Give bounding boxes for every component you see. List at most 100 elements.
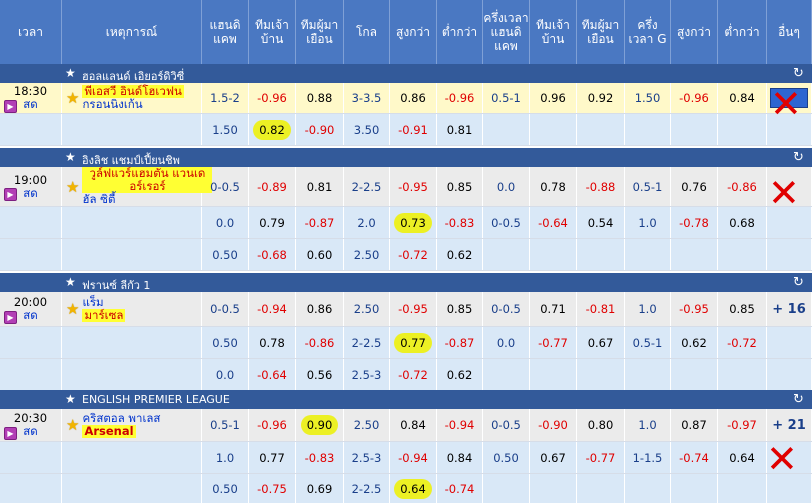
odds-cell-home[interactable]: -0.68 [249,239,296,270]
event-cell[interactable] [62,327,202,358]
odds-cell-home[interactable]: -0.96 [249,83,296,113]
home-team[interactable]: วูล์ฟแวร์แฮมตัน แวนเดอร์เรอร์ [82,167,213,193]
event-cell[interactable] [62,114,202,145]
away-team[interactable]: Arsenal [82,425,136,438]
event-cell[interactable] [62,207,202,238]
refresh-icon[interactable]: ↻ [793,275,804,290]
odds-cell-home[interactable]: -0.64 [249,359,296,390]
odds-cell-hcp[interactable]: 0.0 [202,207,249,238]
odds-cell-under[interactable]: -0.83 [437,207,483,238]
odds-cell-htaway[interactable]: 0.54 [577,207,625,238]
star-icon[interactable]: ★ [66,300,79,318]
star-icon[interactable]: ★ [65,66,76,80]
refresh-icon[interactable]: ↻ [793,392,804,407]
odds-cell-goal[interactable]: 2-2.5 [344,474,390,503]
odds-cell-htaway[interactable]: 0.92 [577,83,625,113]
odds-cell-hthcp[interactable]: 0-0.5 [483,409,530,441]
event-cell[interactable]: ★ คริสตอล พาเลส Arsenal [62,409,202,441]
odds-cell-htunder[interactable]: -0.97 [718,409,767,441]
odds-cell-hthome[interactable]: 0.71 [530,292,577,326]
odds-cell-hthome[interactable]: -0.64 [530,207,577,238]
odds-cell-under[interactable]: 0.84 [437,442,483,473]
odds-cell-away[interactable]: 0.56 [296,359,344,390]
odds-cell-under[interactable]: -0.87 [437,327,483,358]
odds-cell-htover[interactable]: 0.76 [671,167,718,206]
odds-cell-home[interactable]: -0.96 [249,409,296,441]
odds-cell-htunder[interactable]: -0.86 [718,167,767,206]
odds-cell-htaway[interactable]: -0.81 [577,292,625,326]
odds-cell-away[interactable]: 0.90 [296,409,344,441]
odds-cell-over[interactable]: -0.95 [390,167,437,206]
odds-cell-goal[interactable]: 3.50 [344,114,390,145]
odds-cell-htover[interactable]: -0.74 [671,442,718,473]
odds-cell-hcp[interactable]: 0.0 [202,359,249,390]
odds-cell-htgoal[interactable]: 1.0 [625,207,671,238]
star-icon[interactable]: ★ [66,89,79,107]
event-cell[interactable] [62,474,202,503]
odds-cell-home[interactable]: 0.82 [249,114,296,145]
odds-cell-hcp[interactable]: 0.5-1 [202,409,249,441]
odds-cell-under[interactable]: -0.96 [437,83,483,113]
odds-cell-away[interactable]: 0.69 [296,474,344,503]
odds-cell-home[interactable]: 0.79 [249,207,296,238]
odds-cell-over[interactable]: -0.91 [390,114,437,145]
league-header[interactable]: ★ ฮอลแลนด์ เอิยอร์ดิวิซี่ ↻ [0,64,812,83]
event-cell[interactable] [62,239,202,270]
star-icon[interactable]: ★ [66,178,79,196]
odds-cell-away[interactable]: -0.90 [296,114,344,145]
odds-cell-hcp[interactable]: 0.50 [202,239,249,270]
odds-cell-goal[interactable]: 2.5-3 [344,359,390,390]
odds-cell-home[interactable]: -0.89 [249,167,296,206]
odds-cell-over[interactable]: -0.95 [390,292,437,326]
odds-cell-under[interactable]: -0.74 [437,474,483,503]
odds-cell-over[interactable]: -0.72 [390,239,437,270]
odds-cell-goal[interactable]: 3-3.5 [344,83,390,113]
odds-cell-htaway[interactable]: 0.80 [577,409,625,441]
odds-cell-hthcp[interactable]: 0.5-1 [483,83,530,113]
odds-cell-goal[interactable]: 2.5-3 [344,442,390,473]
odds-cell-hcp[interactable]: 0-0.5 [202,292,249,326]
odds-cell-over[interactable]: 0.73 [390,207,437,238]
event-cell[interactable]: ★ แร็ม มาร์เซล [62,292,202,326]
odds-cell-hthcp[interactable]: 0.0 [483,167,530,206]
odds-cell-goal[interactable]: 2-2.5 [344,327,390,358]
odds-cell-htunder[interactable]: -0.72 [718,327,767,358]
odds-cell-hcp[interactable]: 0.50 [202,474,249,503]
odds-cell-htover[interactable]: -0.96 [671,83,718,113]
odds-cell-under[interactable]: 0.85 [437,167,483,206]
odds-cell-under[interactable]: 0.62 [437,239,483,270]
odds-cell-hcp[interactable]: 1.0 [202,442,249,473]
more-bets-count[interactable]: + 21 [772,418,806,433]
odds-cell-over[interactable]: -0.94 [390,442,437,473]
odds-cell-hthome[interactable]: -0.90 [530,409,577,441]
league-header[interactable]: ★ ฟรานซ์ ลีกัว 1 ↻ [0,273,812,292]
odds-cell-goal[interactable]: 2.50 [344,239,390,270]
odds-cell-htaway[interactable]: -0.88 [577,167,625,206]
away-team[interactable]: ฮัล ซิตี้ [82,193,115,206]
odds-cell-home[interactable]: -0.94 [249,292,296,326]
odds-cell-away[interactable]: -0.87 [296,207,344,238]
star-icon[interactable]: ★ [65,392,76,406]
odds-cell-htover[interactable]: -0.95 [671,292,718,326]
odds-cell-htover[interactable]: -0.78 [671,207,718,238]
odds-cell-home[interactable]: -0.75 [249,474,296,503]
odds-cell-over[interactable]: 0.84 [390,409,437,441]
odds-cell-htover[interactable]: 0.62 [671,327,718,358]
odds-cell-goal[interactable]: 2.50 [344,292,390,326]
star-icon[interactable]: ★ [65,275,76,289]
odds-cell-away[interactable]: 0.86 [296,292,344,326]
odds-cell-away[interactable]: 0.60 [296,239,344,270]
event-cell[interactable]: ★ พีเอสวี อินด์โฮเวฟน กรอนนิงเก้น [62,83,202,113]
odds-cell-hcp[interactable]: 1.50 [202,114,249,145]
event-cell[interactable] [62,359,202,390]
event-cell[interactable]: ★ วูล์ฟแวร์แฮมตัน แวนเดอร์เรอร์ ฮัล ซิตี้ [62,167,213,206]
odds-cell-htaway[interactable]: -0.77 [577,442,625,473]
odds-cell-htaway[interactable]: 0.67 [577,327,625,358]
odds-cell-hthome[interactable]: 0.67 [530,442,577,473]
odds-cell-goal[interactable]: 2.0 [344,207,390,238]
odds-cell-under[interactable]: 0.81 [437,114,483,145]
odds-cell-under[interactable]: -0.94 [437,409,483,441]
odds-cell-home[interactable]: 0.77 [249,442,296,473]
odds-cell-hthcp[interactable]: 0.0 [483,327,530,358]
odds-cell-over[interactable]: -0.72 [390,359,437,390]
